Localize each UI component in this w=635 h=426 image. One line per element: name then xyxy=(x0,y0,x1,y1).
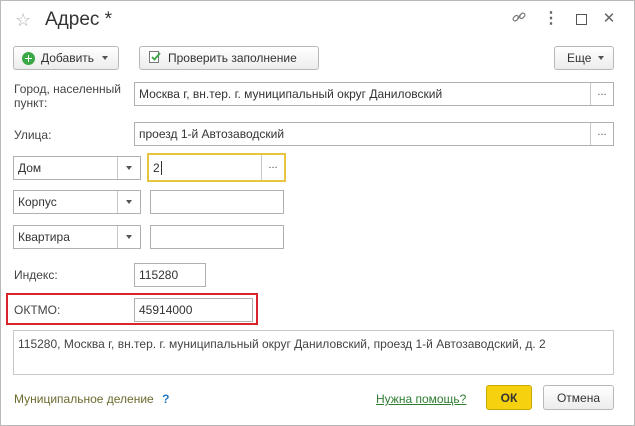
building-type-select[interactable]: Корпус xyxy=(13,190,141,214)
street-select-dots-button[interactable]: ... xyxy=(590,123,613,145)
index-field[interactable]: 115280 xyxy=(134,263,206,287)
house-type-value: Дом xyxy=(18,161,42,175)
apartment-type-value: Квартира xyxy=(18,230,70,244)
house-number-value: 2 xyxy=(153,160,160,175)
chevron-down-icon xyxy=(102,56,109,60)
plus-circle-icon xyxy=(22,51,35,65)
more-button-label: Еще xyxy=(567,51,592,65)
cancel-button[interactable]: Отмена xyxy=(543,385,614,410)
favorite-star-icon[interactable]: ☆ xyxy=(15,10,31,31)
more-button[interactable]: Еще xyxy=(554,46,614,70)
full-address-text: 115280, Москва г, вн.тер. г. муниципальн… xyxy=(13,330,614,375)
city-value: Москва г, вн.тер. г. муниципальный округ… xyxy=(139,87,443,101)
address-dialog: ☆ Адрес * ⋮ ✕ Добавить Проверить заполне… xyxy=(0,0,635,426)
oktmo-field[interactable]: 45914000 xyxy=(134,298,253,322)
house-select-dots-button[interactable]: ... xyxy=(261,155,284,180)
maximize-icon[interactable] xyxy=(571,9,591,29)
help-link[interactable]: Нужна помощь? xyxy=(376,392,466,406)
chevron-down-icon[interactable] xyxy=(117,157,140,179)
link-icon[interactable] xyxy=(509,9,529,29)
street-label: Улица: xyxy=(14,128,52,142)
window-title: Адрес * xyxy=(45,9,113,30)
more-vert-icon[interactable]: ⋮ xyxy=(541,9,561,29)
municipal-division-text: Муниципальное деление xyxy=(14,392,154,406)
ok-button[interactable]: ОК xyxy=(486,385,532,410)
help-question-icon[interactable]: ? xyxy=(162,392,169,406)
chevron-down-icon xyxy=(598,56,605,60)
street-field[interactable]: проезд 1-й Автозаводский ... xyxy=(134,122,614,146)
street-value: проезд 1-й Автозаводский xyxy=(139,127,285,141)
oktmo-label: ОКТМО: xyxy=(14,303,61,317)
municipal-division-label: Муниципальное деление ? xyxy=(14,392,169,406)
add-button-label: Добавить xyxy=(41,51,95,65)
apartment-type-select[interactable]: Квартира xyxy=(13,225,141,249)
apartment-number-field[interactable] xyxy=(150,225,284,249)
index-value: 115280 xyxy=(139,268,179,282)
text-cursor xyxy=(160,160,162,175)
house-type-select[interactable]: Дом xyxy=(13,156,141,180)
check-document-icon xyxy=(148,50,162,67)
city-field[interactable]: Москва г, вн.тер. г. муниципальный округ… xyxy=(134,82,614,106)
close-icon[interactable]: ✕ xyxy=(599,9,619,29)
chevron-down-icon[interactable] xyxy=(117,191,140,213)
check-fill-button[interactable]: Проверить заполнение xyxy=(139,46,319,70)
oktmo-value: 45914000 xyxy=(139,303,193,317)
building-number-field[interactable] xyxy=(150,190,284,214)
check-fill-label: Проверить заполнение xyxy=(168,51,297,65)
city-select-dots-button[interactable]: ... xyxy=(590,83,613,105)
house-number-field[interactable]: 2 ... xyxy=(147,153,286,182)
chevron-down-icon[interactable] xyxy=(117,226,140,248)
city-label: Город, населенный пункт: xyxy=(14,82,121,110)
add-button[interactable]: Добавить xyxy=(13,46,119,70)
building-type-value: Корпус xyxy=(18,195,57,209)
index-label: Индекс: xyxy=(14,268,58,282)
